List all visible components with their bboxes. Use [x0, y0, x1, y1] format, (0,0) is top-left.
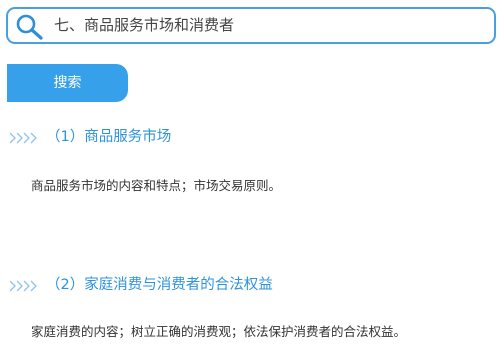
chevrons-right-icon [9, 278, 41, 292]
search-button[interactable]: 搜索 [7, 64, 128, 102]
search-icon[interactable] [14, 12, 46, 40]
chevrons-right-icon [9, 130, 41, 144]
section-heading-text: （2）家庭消费与消费者的合法权益 [46, 277, 273, 293]
section-body-2: 家庭消费的内容；树立正确的消费观；依法保护消费者的合法权益。 [31, 324, 407, 339]
search-input[interactable]: 七、商品服务市场和消费者 [6, 7, 496, 44]
section-body-1: 商品服务市场的内容和特点；市场交易原则。 [31, 178, 282, 193]
search-query-text[interactable]: 七、商品服务市场和消费者 [54, 9, 234, 42]
section-heading-text: （1）商品服务市场 [46, 129, 172, 145]
